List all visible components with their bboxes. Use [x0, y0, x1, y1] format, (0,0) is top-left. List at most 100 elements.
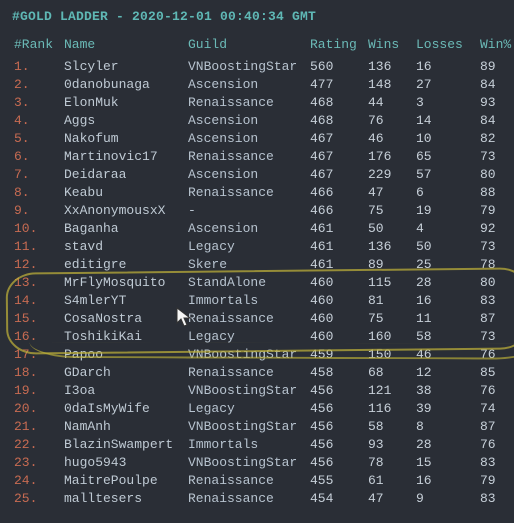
cell-guild: VNBoostingStar — [186, 382, 308, 400]
cell-rank: 21. — [12, 418, 62, 436]
cell-winpct: 89 — [478, 58, 514, 76]
cell-guild: Ascension — [186, 220, 308, 238]
cell-wins: 115 — [366, 274, 414, 292]
cell-winpct: 84 — [478, 112, 514, 130]
cell-name: Deidaraa — [62, 166, 186, 184]
cell-rank: 5. — [12, 130, 62, 148]
cell-wins: 68 — [366, 364, 414, 382]
cell-rating: 459 — [308, 346, 366, 364]
cell-losses: 25 — [414, 256, 478, 274]
cell-name: Baganha — [62, 220, 186, 238]
cell-guild: Renaissance — [186, 148, 308, 166]
cell-name: S4mlerYT — [62, 292, 186, 310]
cell-wins: 44 — [366, 94, 414, 112]
cell-rank: 15. — [12, 310, 62, 328]
cell-rank: 18. — [12, 364, 62, 382]
cell-guild: Renaissance — [186, 490, 308, 508]
cell-wins: 61 — [366, 472, 414, 490]
cell-guild: Immortals — [186, 436, 308, 454]
table-row: 3.ElonMukRenaissance46844393 — [12, 94, 514, 112]
cell-guild: Ascension — [186, 112, 308, 130]
table-row: 15.CosaNostraRenaissance460751187 — [12, 310, 514, 328]
col-guild: Guild — [186, 36, 308, 58]
cell-winpct: 83 — [478, 490, 514, 508]
cell-winpct: 92 — [478, 220, 514, 238]
cell-winpct: 80 — [478, 274, 514, 292]
cell-rank: 1. — [12, 58, 62, 76]
cell-losses: 39 — [414, 400, 478, 418]
cell-losses: 11 — [414, 310, 478, 328]
cell-rank: 7. — [12, 166, 62, 184]
cell-rank: 11. — [12, 238, 62, 256]
cell-rating: 456 — [308, 454, 366, 472]
cell-name: ToshikiKai — [62, 328, 186, 346]
cell-losses: 50 — [414, 238, 478, 256]
cell-guild: VNBoostingStar — [186, 346, 308, 364]
cell-guild: StandAlone — [186, 274, 308, 292]
table-row: 14.S4mlerYTImmortals460811683 — [12, 292, 514, 310]
cell-rank: 3. — [12, 94, 62, 112]
table-row: 4.AggsAscension468761484 — [12, 112, 514, 130]
col-wins: Wins — [366, 36, 414, 58]
col-winpct: Win% — [478, 36, 514, 58]
cell-winpct: 80 — [478, 166, 514, 184]
cell-winpct: 85 — [478, 364, 514, 382]
table-row: 25.malltesersRenaissance45447983 — [12, 490, 514, 508]
cell-rating: 467 — [308, 130, 366, 148]
cell-guild: Renaissance — [186, 472, 308, 490]
cell-guild: VNBoostingStar — [186, 454, 308, 472]
cell-rating: 456 — [308, 382, 366, 400]
cell-name: 0daIsMyWife — [62, 400, 186, 418]
cell-guild: Skere — [186, 256, 308, 274]
cell-winpct: 79 — [478, 472, 514, 490]
cell-wins: 47 — [366, 184, 414, 202]
cell-winpct: 87 — [478, 418, 514, 436]
col-name: Name — [62, 36, 186, 58]
cell-wins: 46 — [366, 130, 414, 148]
table-row: 13.MrFlyMosquitoStandAlone4601152880 — [12, 274, 514, 292]
cell-losses: 6 — [414, 184, 478, 202]
cell-rank: 13. — [12, 274, 62, 292]
ladder-table: #Rank Name Guild Rating Wins Losses Win%… — [12, 36, 514, 508]
table-row: 2.0danobunagaAscension4771482784 — [12, 76, 514, 94]
cell-name: MrFlyMosquito — [62, 274, 186, 292]
cell-guild: - — [186, 202, 308, 220]
cell-rating: 466 — [308, 184, 366, 202]
cell-name: XxAnonymousxX — [62, 202, 186, 220]
cell-wins: 160 — [366, 328, 414, 346]
cell-rating: 455 — [308, 472, 366, 490]
cell-winpct: 78 — [478, 256, 514, 274]
cell-losses: 46 — [414, 346, 478, 364]
cell-wins: 148 — [366, 76, 414, 94]
cell-wins: 81 — [366, 292, 414, 310]
cell-name: BlazinSwampert — [62, 436, 186, 454]
cell-guild: Renaissance — [186, 94, 308, 112]
cell-rank: 9. — [12, 202, 62, 220]
cell-name: editigre — [62, 256, 186, 274]
table-row: 7.DeidaraaAscension4672295780 — [12, 166, 514, 184]
cell-wins: 75 — [366, 202, 414, 220]
cell-name: Nakofum — [62, 130, 186, 148]
cell-winpct: 73 — [478, 238, 514, 256]
cell-name: stavd — [62, 238, 186, 256]
table-row: 19.I3oaVNBoostingStar4561213876 — [12, 382, 514, 400]
table-row: 5.NakofumAscension467461082 — [12, 130, 514, 148]
cell-losses: 8 — [414, 418, 478, 436]
cell-losses: 38 — [414, 382, 478, 400]
table-row: 20.0daIsMyWifeLegacy4561163974 — [12, 400, 514, 418]
cell-rank: 4. — [12, 112, 62, 130]
cell-name: Slcyler — [62, 58, 186, 76]
cell-losses: 16 — [414, 292, 478, 310]
table-row: 23.hugo5943VNBoostingStar456781583 — [12, 454, 514, 472]
col-rank: #Rank — [12, 36, 62, 58]
cell-rating: 467 — [308, 148, 366, 166]
cell-name: I3oa — [62, 382, 186, 400]
table-row: 1.SlcylerVNBoostingStar5601361689 — [12, 58, 514, 76]
cell-winpct: 83 — [478, 454, 514, 472]
cell-losses: 27 — [414, 76, 478, 94]
cell-rating: 460 — [308, 292, 366, 310]
cell-losses: 57 — [414, 166, 478, 184]
cell-winpct: 79 — [478, 202, 514, 220]
cell-guild: VNBoostingStar — [186, 418, 308, 436]
cell-rank: 16. — [12, 328, 62, 346]
